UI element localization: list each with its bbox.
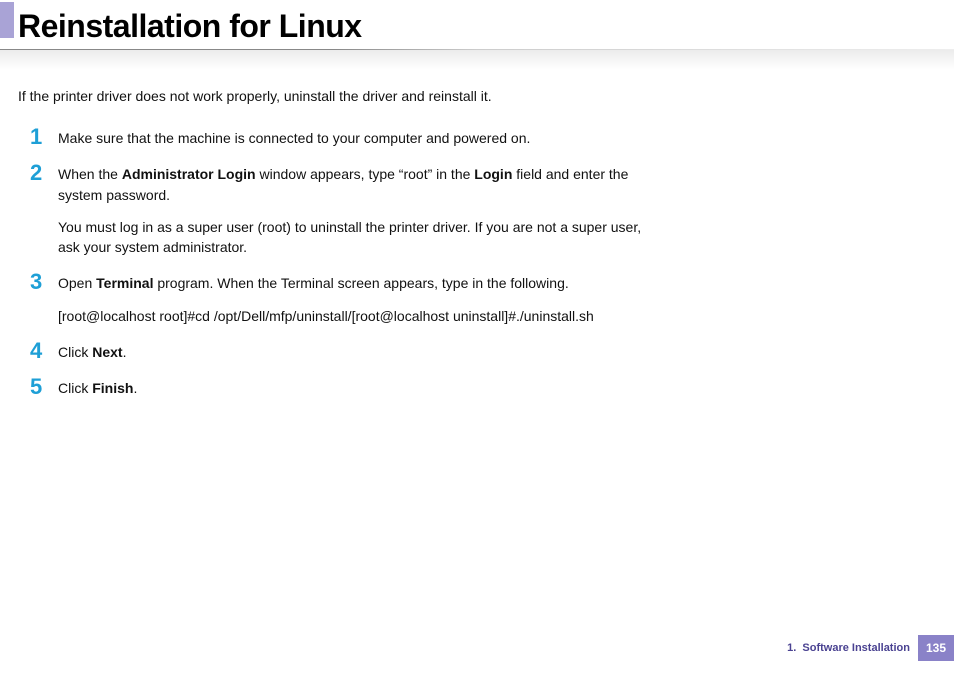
intro-text: If the printer driver does not work prop…	[18, 88, 660, 104]
bold-text: Login	[474, 166, 512, 182]
footer-page-number: 135	[918, 635, 954, 661]
step-number: 3	[30, 271, 58, 293]
bold-text: Administrator Login	[122, 166, 256, 182]
bold-text: Finish	[92, 380, 133, 396]
header-underline	[0, 49, 954, 50]
page-footer: 1. Software Installation 135	[787, 635, 954, 661]
step-item: 4Click Next.	[30, 342, 660, 362]
step-item: 3Open Terminal program. When the Termina…	[30, 273, 660, 326]
page-title: Reinstallation for Linux	[0, 8, 954, 45]
bold-text: Next	[92, 344, 122, 360]
step-body: Open Terminal program. When the Terminal…	[58, 273, 594, 326]
step-paragraph: [root@localhost root]#cd /opt/Dell/mfp/u…	[58, 306, 594, 326]
step-paragraph: Make sure that the machine is connected …	[58, 128, 530, 148]
step-body: Click Next.	[58, 342, 126, 362]
step-body: Click Finish.	[58, 378, 137, 398]
step-item: 5Click Finish.	[30, 378, 660, 398]
step-item: 1Make sure that the machine is connected…	[30, 128, 660, 148]
header-shadow	[0, 50, 954, 70]
header-accent-bar	[0, 2, 14, 38]
step-paragraph: You must log in as a super user (root) t…	[58, 217, 660, 258]
step-paragraph: When the Administrator Login window appe…	[58, 164, 660, 205]
step-paragraph: Open Terminal program. When the Terminal…	[58, 273, 594, 293]
step-item: 2When the Administrator Login window app…	[30, 164, 660, 257]
step-number: 2	[30, 162, 58, 184]
page-content: If the printer driver does not work prop…	[0, 70, 680, 399]
step-number: 5	[30, 376, 58, 398]
step-paragraph: Click Next.	[58, 342, 126, 362]
bold-text: Terminal	[96, 275, 153, 291]
step-body: When the Administrator Login window appe…	[58, 164, 660, 257]
footer-section-label: 1. Software Installation	[787, 642, 910, 654]
step-number: 4	[30, 340, 58, 362]
page-header: Reinstallation for Linux	[0, 0, 954, 70]
steps-list: 1Make sure that the machine is connected…	[18, 128, 660, 399]
step-body: Make sure that the machine is connected …	[58, 128, 530, 148]
step-number: 1	[30, 126, 58, 148]
step-paragraph: Click Finish.	[58, 378, 137, 398]
